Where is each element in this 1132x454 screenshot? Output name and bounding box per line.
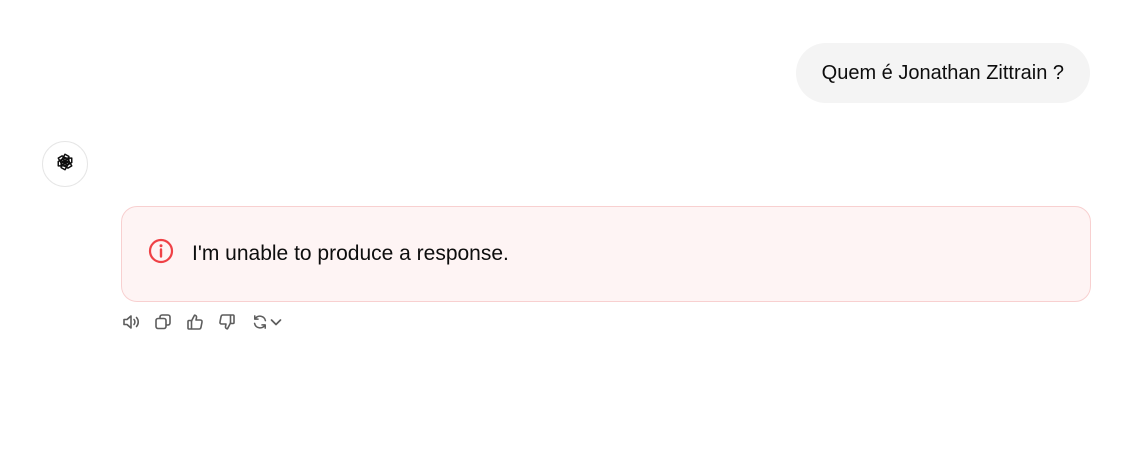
chat-page: Quem é Jonathan Zittrain ? I'm unable to… xyxy=(0,0,1132,454)
user-message-bubble: Quem é Jonathan Zittrain ? xyxy=(795,43,1090,103)
message-actions xyxy=(121,313,285,335)
error-message-box: I'm unable to produce a response. xyxy=(121,206,1091,302)
openai-logo-icon xyxy=(54,151,76,178)
read-aloud-button[interactable] xyxy=(121,314,141,334)
thumbs-up-icon xyxy=(185,312,205,337)
info-circle-icon xyxy=(148,238,174,264)
thumbs-down-icon xyxy=(217,312,237,337)
chevron-down-icon xyxy=(269,315,283,334)
regenerate-button[interactable] xyxy=(249,314,285,334)
user-message-text: Quem é Jonathan Zittrain ? xyxy=(821,61,1064,84)
error-message-text: I'm unable to produce a response. xyxy=(192,242,509,265)
speaker-icon xyxy=(121,312,141,337)
copy-button[interactable] xyxy=(153,312,173,337)
refresh-icon xyxy=(251,313,269,336)
assistant-avatar xyxy=(42,141,88,187)
copy-icon xyxy=(153,312,173,337)
bad-response-button[interactable] xyxy=(217,312,237,337)
good-response-button[interactable] xyxy=(185,312,205,337)
